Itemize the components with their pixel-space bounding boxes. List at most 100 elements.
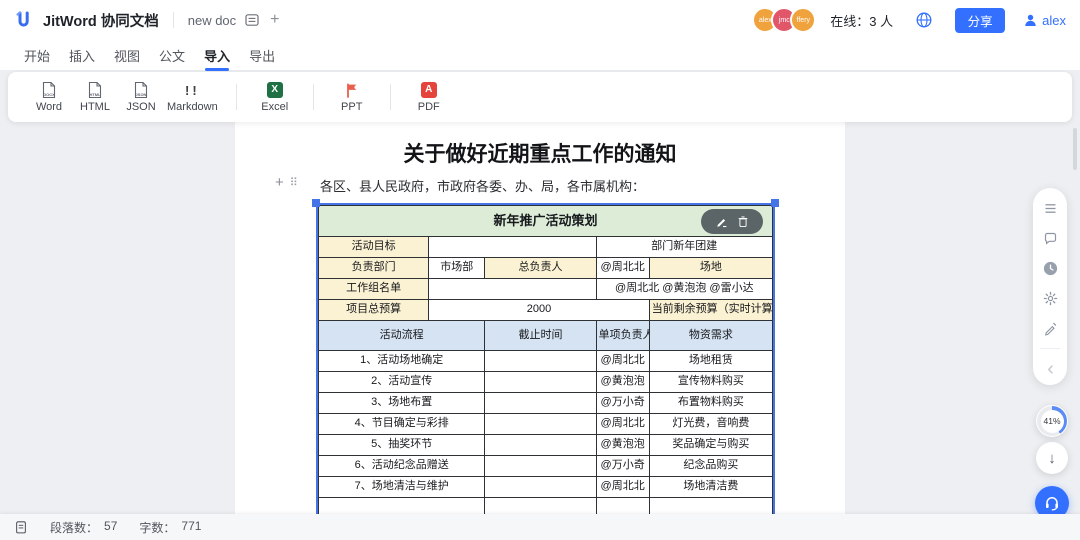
selection-handle-right[interactable] — [771, 199, 779, 207]
table-cell[interactable]: @周北北 — [596, 414, 649, 435]
table-cell[interactable]: 活动流程 — [319, 321, 485, 351]
table-cell[interactable] — [485, 414, 596, 435]
table-cell[interactable] — [485, 372, 596, 393]
table-row: 3、场地布置 @万小奇布置物料购买 — [319, 393, 773, 414]
tab-插入[interactable]: 插入 — [69, 42, 95, 69]
delete-trash-icon[interactable] — [737, 215, 749, 228]
table-cell[interactable]: 宣传物料购买 — [649, 372, 772, 393]
table-cell[interactable]: 5、抽奖环节 — [319, 435, 485, 456]
table-cell[interactable]: @万小奇 — [596, 393, 649, 414]
tab-导出[interactable]: 导出 — [249, 42, 275, 69]
outline-icon[interactable] — [1042, 200, 1058, 216]
import-json-button[interactable]: JSONJSON — [118, 81, 164, 113]
language-globe-icon[interactable] — [915, 11, 933, 29]
table-cell[interactable]: @黄泡泡 — [596, 435, 649, 456]
table-cell[interactable]: 布置物料购买 — [649, 393, 772, 414]
toolbar-separator — [390, 84, 391, 110]
table-cell[interactable]: 场地 — [649, 258, 772, 279]
import-excel-button[interactable]: XExcel — [252, 81, 298, 113]
table-cell[interactable]: @万小奇 — [596, 456, 649, 477]
history-icon[interactable] — [1042, 260, 1058, 276]
import-markdown-button[interactable]: !! Markdown — [164, 81, 221, 113]
document-paragraph[interactable]: 各区、县人民政府，市政府各委、办、局，各市属机构： — [320, 176, 645, 195]
collapse-icon[interactable] — [1042, 361, 1058, 377]
table-cell[interactable]: @周北北 @黄泡泡 @雷小达 — [596, 279, 772, 300]
online-avatars[interactable]: alexjmcffery — [752, 7, 816, 33]
table-cell[interactable]: 7、场地清洁与维护 — [319, 477, 485, 498]
table-cell[interactable]: 灯光费，音响费 — [649, 414, 772, 435]
import-toolbar: DOCXWord HTMLHTML JSONJSON!! Markdown XExc… — [8, 72, 1072, 122]
scroll-down-button[interactable]: ↓ — [1036, 442, 1068, 474]
table-cell[interactable]: 市场部 — [429, 258, 485, 279]
activity-table-wrap[interactable]: 新年推广活动策划活动目标部门新年团建负责部门市场部总负责人@周北北场地工作组名单… — [318, 205, 773, 520]
table-row: 工作组名单 @周北北 @黄泡泡 @雷小达 — [319, 279, 773, 300]
table-cell[interactable]: 2、活动宣传 — [319, 372, 485, 393]
table-cell[interactable] — [485, 456, 596, 477]
table-cell[interactable]: @周北北 — [596, 258, 649, 279]
table-cell[interactable]: 当前剩余预算（实时计算） — [649, 300, 772, 321]
import-html-button[interactable]: HTMLHTML — [72, 81, 118, 113]
table-cell[interactable] — [485, 477, 596, 498]
status-bar: 段落数： 57 字数： 771 — [0, 514, 1080, 540]
import-pdf-button[interactable]: APDF — [406, 81, 452, 113]
markdown-icon: !! — [185, 81, 200, 99]
current-user[interactable]: alex — [1023, 13, 1066, 28]
scrollbar-thumb[interactable] — [1073, 128, 1077, 170]
read-progress-widget: 41% — [1036, 405, 1068, 437]
toolbar-item-label: JSON — [126, 101, 155, 113]
settings-icon[interactable] — [1042, 290, 1058, 306]
tab-视图[interactable]: 视图 — [114, 42, 140, 69]
comment-icon[interactable] — [1042, 230, 1058, 246]
table-cell[interactable]: 物资需求 — [649, 321, 772, 351]
avatar-ffery[interactable]: ffery — [790, 7, 816, 33]
toolbar-item-label: Excel — [261, 101, 288, 113]
ppt-icon — [344, 81, 360, 99]
document-page[interactable]: 关于做好近期重点工作的通知 + ⠿ 各区、县人民政府，市政府各委、办、局，各市属… — [235, 122, 845, 520]
table-cell[interactable]: 活动目标 — [319, 237, 429, 258]
word-count: 字数： 771 — [139, 519, 201, 536]
table-cell[interactable]: 场地清洁费 — [649, 477, 772, 498]
svg-text:HTML: HTML — [89, 92, 101, 97]
table-row: 5、抽奖环节 @黄泡泡奖品确定与购买 — [319, 435, 773, 456]
table-cell[interactable] — [485, 393, 596, 414]
table-cell[interactable]: 截止时间 — [485, 321, 596, 351]
doc-tab[interactable]: new doc — [188, 13, 236, 28]
table-cell[interactable] — [429, 237, 596, 258]
table-cell[interactable] — [429, 279, 596, 300]
document-title[interactable]: 关于做好近期重点工作的通知 — [235, 138, 845, 168]
drag-handle-icon[interactable]: ⠿ — [290, 176, 297, 189]
selection-handle-left[interactable] — [312, 199, 320, 207]
table-cell[interactable]: 项目总预算 — [319, 300, 429, 321]
edit-pencil-icon[interactable] — [715, 215, 728, 228]
table-cell[interactable]: 场地租赁 — [649, 351, 772, 372]
table-cell[interactable]: 1、活动场地确定 — [319, 351, 485, 372]
toolbar-item-label: Markdown — [167, 101, 218, 113]
table-cell[interactable]: 单项负责人 — [596, 321, 649, 351]
progress-ring: 41% — [1037, 406, 1067, 436]
table-cell[interactable]: 工作组名单 — [319, 279, 429, 300]
share-button[interactable]: 分享 — [955, 8, 1005, 33]
table-cell[interactable] — [485, 351, 596, 372]
tab-开始[interactable]: 开始 — [24, 42, 50, 69]
new-doc-plus-icon[interactable]: + — [270, 12, 279, 28]
ai-pen-icon[interactable] — [1042, 320, 1058, 336]
table-cell[interactable]: 部门新年团建 — [596, 237, 772, 258]
table-cell[interactable]: 2000 — [429, 300, 649, 321]
table-cell[interactable]: 4、节目确定与彩排 — [319, 414, 485, 435]
table-cell[interactable]: @周北北 — [596, 477, 649, 498]
import-word-button[interactable]: DOCXWord — [26, 81, 72, 113]
table-cell[interactable]: @周北北 — [596, 351, 649, 372]
tab-导入[interactable]: 导入 — [204, 42, 230, 69]
tab-公文[interactable]: 公文 — [159, 42, 185, 69]
table-cell[interactable]: 总负责人 — [485, 258, 596, 279]
add-block-icon[interactable]: + — [275, 175, 284, 190]
table-cell[interactable] — [485, 435, 596, 456]
import-ppt-button[interactable]: PPT — [329, 81, 375, 113]
table-cell[interactable]: @黄泡泡 — [596, 372, 649, 393]
table-cell[interactable]: 3、场地布置 — [319, 393, 485, 414]
table-cell[interactable]: 6、活动纪念品赠送 — [319, 456, 485, 477]
table-cell[interactable]: 纪念品购买 — [649, 456, 772, 477]
doc-list-icon[interactable] — [244, 12, 260, 28]
table-cell[interactable]: 奖品确定与购买 — [649, 435, 772, 456]
table-cell[interactable]: 负责部门 — [319, 258, 429, 279]
